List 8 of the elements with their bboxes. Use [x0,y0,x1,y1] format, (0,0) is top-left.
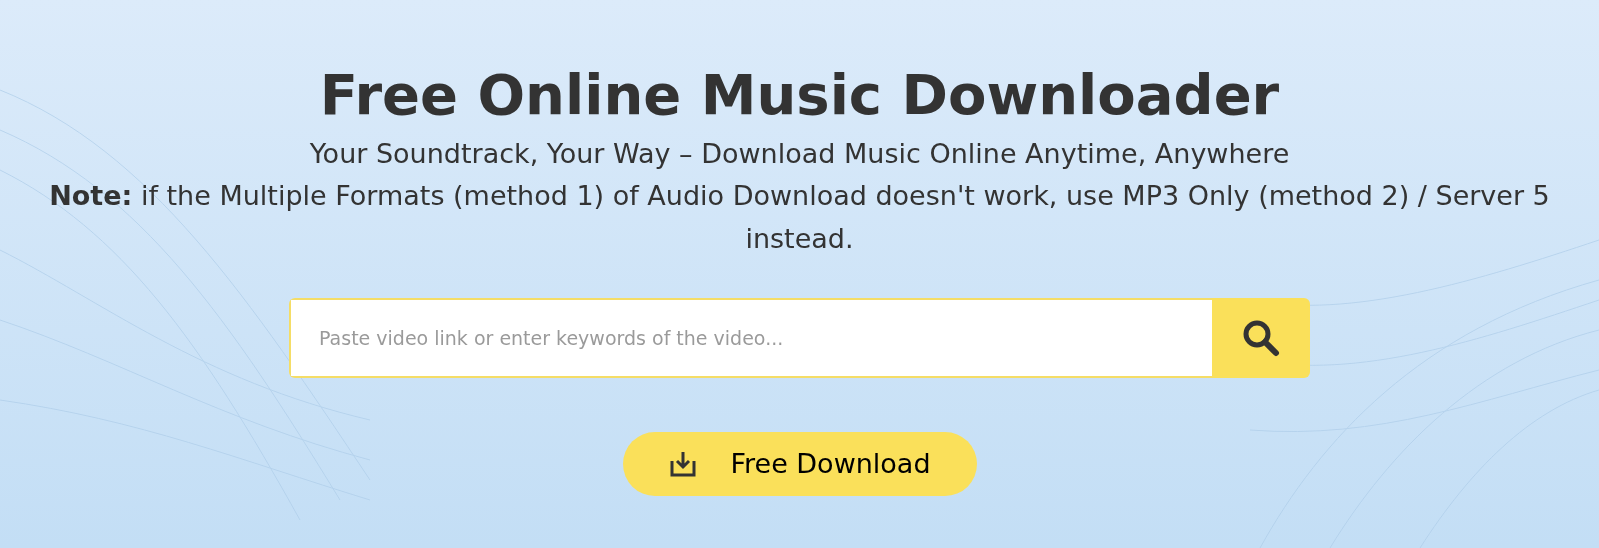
search-field[interactable]: Paste video link or enter keywords of the video... [289,298,1212,378]
subtitle: Your Soundtrack, Your Way – Download Music Online Anytime, Anywhere [309,137,1290,171]
search-button[interactable] [1212,298,1310,378]
download-icon [668,449,699,479]
search-icon [1241,318,1281,358]
note-text: Note: if the Multiple Formats (method 1) of Audio Download doesn't work, use MP3 Only (method 2) / Server 5 instead. [48,179,1551,256]
page-title: Free Online Music Downloader [319,61,1280,129]
download-button[interactable]: Free Download [622,432,977,496]
